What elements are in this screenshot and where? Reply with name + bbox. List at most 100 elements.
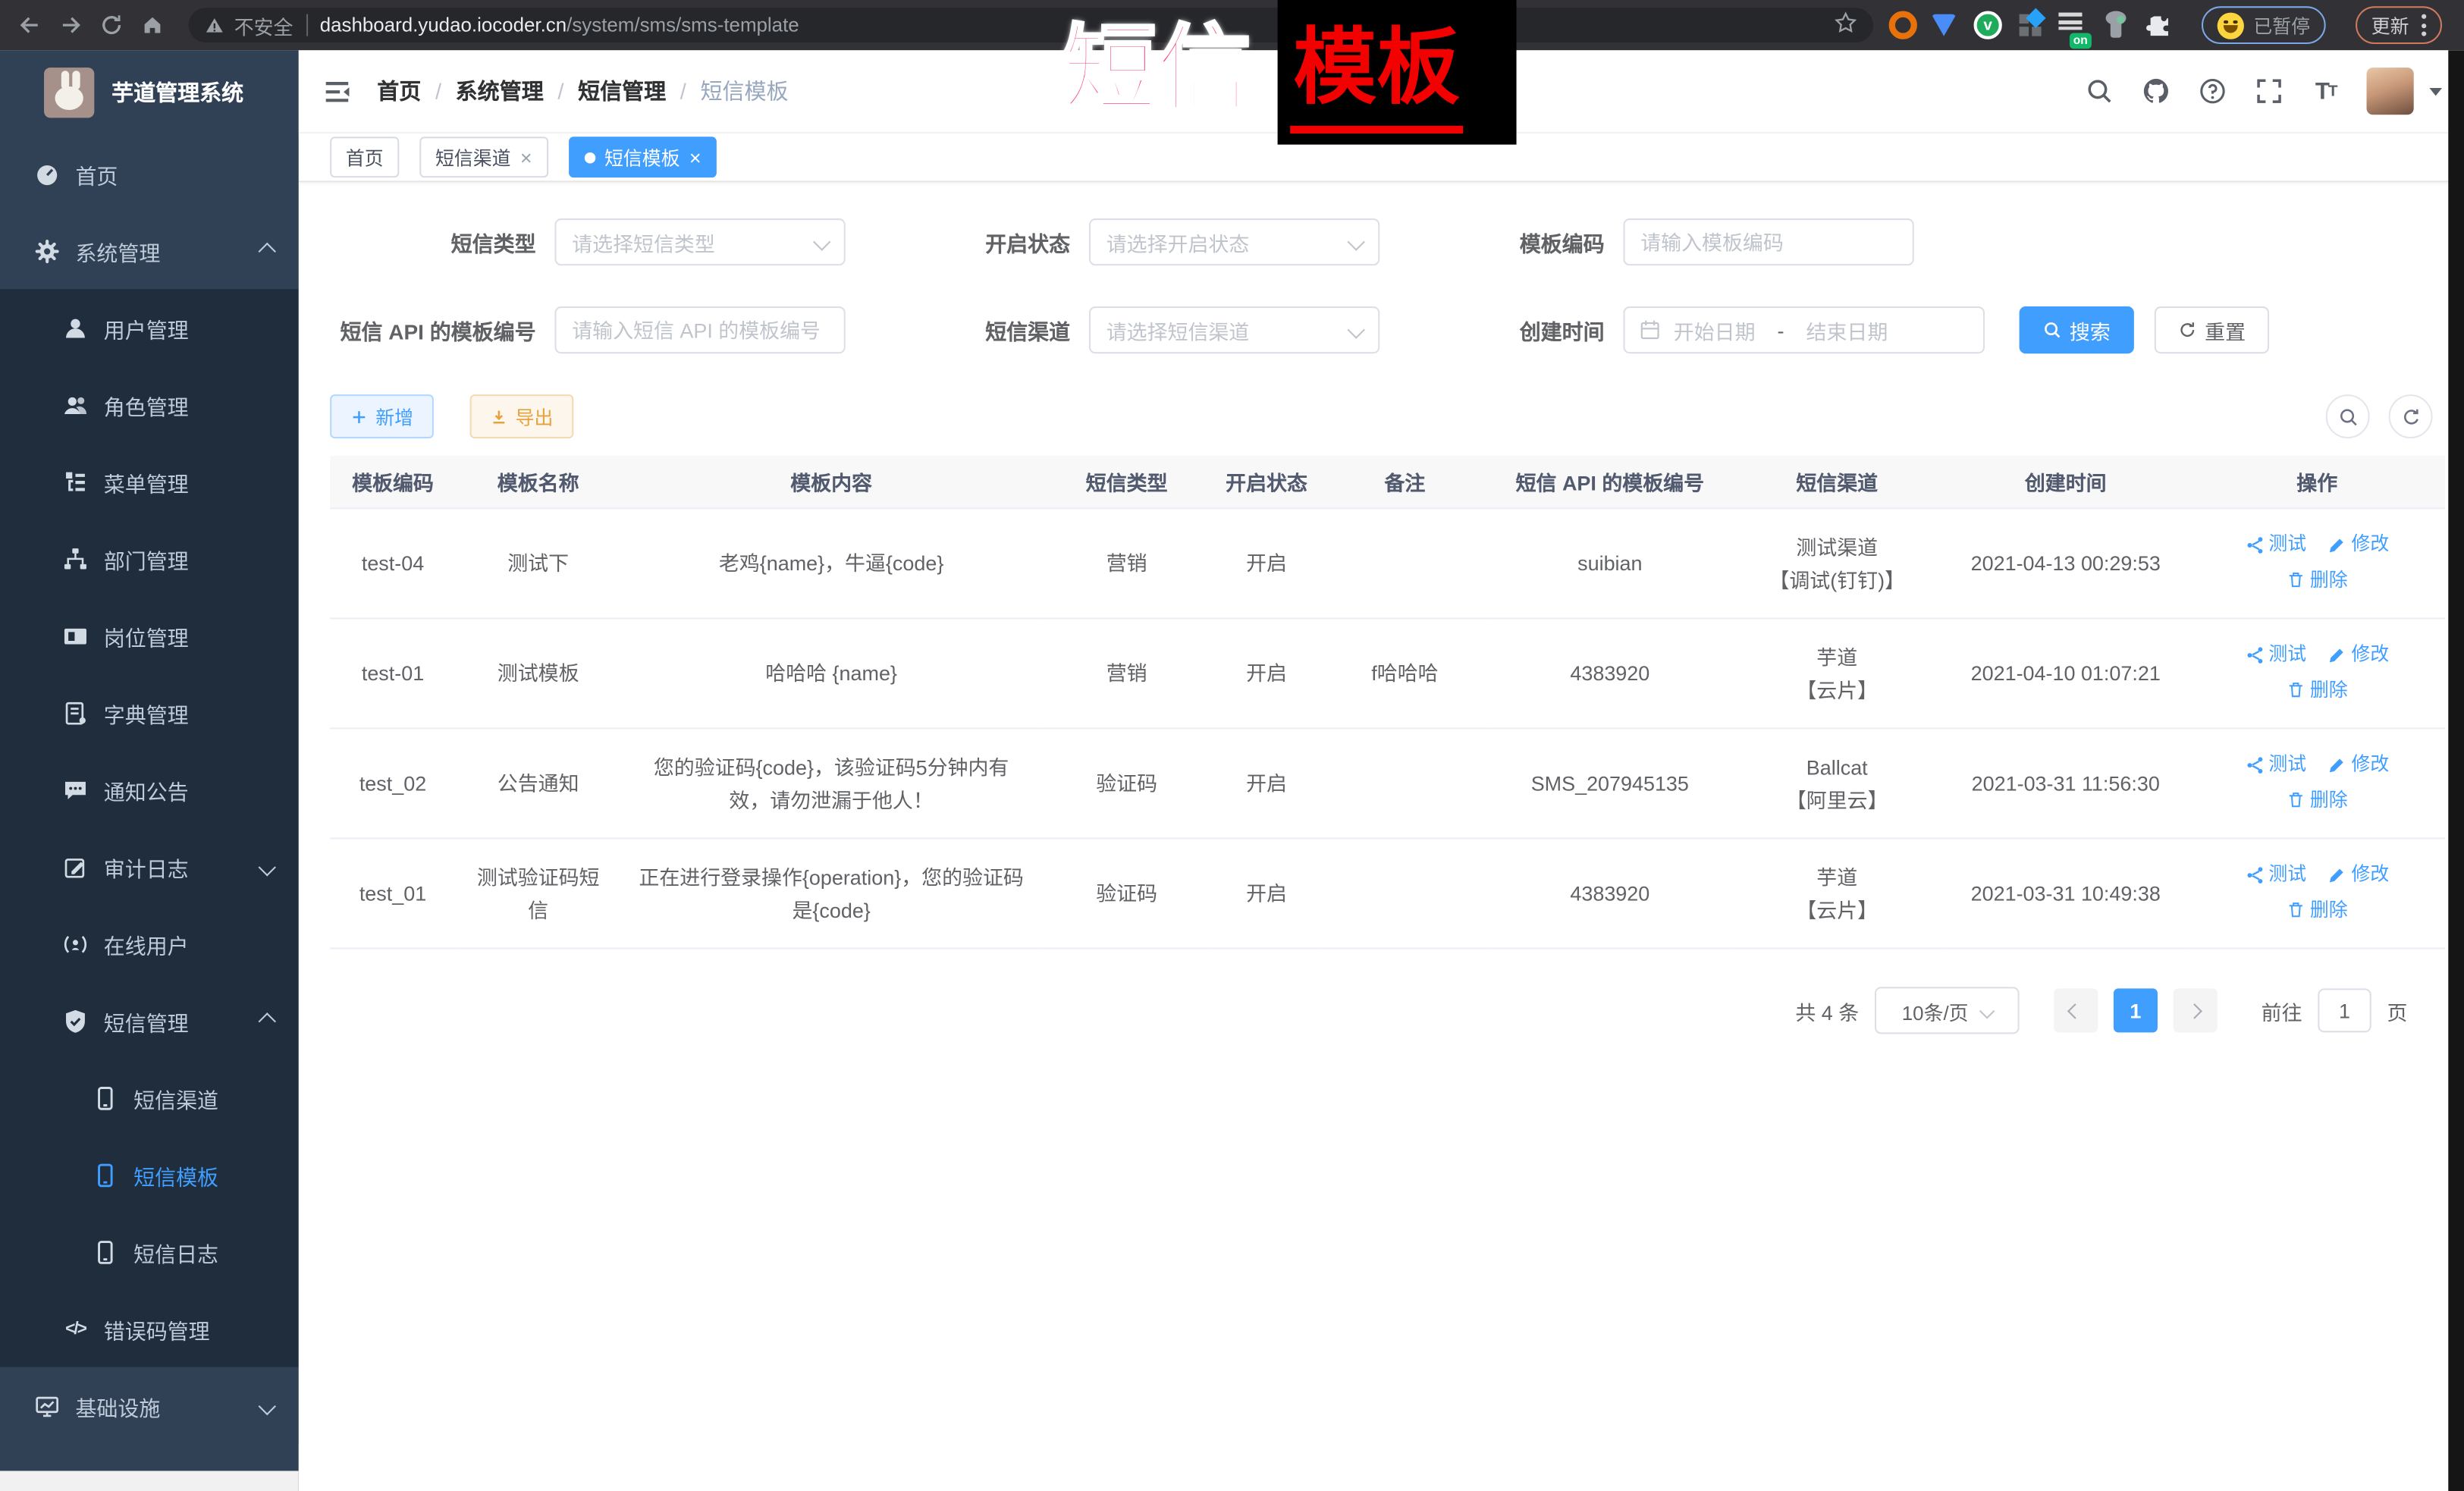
search-icon xyxy=(2043,321,2062,340)
export-button[interactable]: 导出 xyxy=(470,394,574,438)
tag-sms-template[interactable]: 短信模板 × xyxy=(568,137,717,177)
test-link[interactable]: 测试 xyxy=(2245,858,2306,891)
show-search-toggle-button[interactable] xyxy=(2326,394,2370,438)
prev-page-button[interactable] xyxy=(2054,988,2098,1032)
edit-link[interactable]: 修改 xyxy=(2327,748,2389,781)
sidebar-item-dictionary[interactable]: 字典管理 xyxy=(0,674,299,752)
page-size-select[interactable]: 10条/页 xyxy=(1875,987,2020,1034)
github-icon[interactable] xyxy=(2140,75,2171,106)
status-select[interactable]: 请选择开启状态 xyxy=(1089,218,1380,265)
pen-icon xyxy=(2327,755,2346,774)
extension-orange-ring-icon[interactable] xyxy=(1889,11,1917,39)
sms-type-label: 短信类型 xyxy=(330,226,535,257)
next-page-button[interactable] xyxy=(2174,988,2218,1032)
edit-link[interactable]: 修改 xyxy=(2327,528,2389,561)
address-bar[interactable]: 不安全 dashboard.yudao.iocoder.cn/system/sm… xyxy=(189,8,1873,42)
tag-home[interactable]: 首页 xyxy=(330,137,399,177)
omnibox-divider xyxy=(306,14,307,36)
sidebar-collapse-button[interactable] xyxy=(322,76,352,105)
profile-paused-button[interactable]: 已暂停 xyxy=(2202,6,2326,44)
header-search-icon[interactable] xyxy=(2084,75,2115,106)
tag-sms-channel[interactable]: 短信渠道 × xyxy=(419,137,548,177)
sidebar-item-sms-template[interactable]: 短信模板 xyxy=(0,1136,299,1213)
browser-update-button[interactable]: 更新 xyxy=(2356,6,2442,44)
delete-link[interactable]: 删除 xyxy=(2287,783,2348,817)
share-icon xyxy=(2245,645,2264,664)
delete-link[interactable]: 删除 xyxy=(2287,673,2348,707)
chevron-down-icon xyxy=(261,855,274,878)
sidebar-item-system[interactable]: 系统管理 xyxy=(0,212,299,290)
sidebar-item-infrastructure[interactable]: 基础设施 xyxy=(0,1367,299,1445)
sidebar-item-online-users[interactable]: 在线用户 xyxy=(0,906,299,983)
sms-channel-select[interactable]: 请选择短信渠道 xyxy=(1089,306,1380,353)
bookmark-star-icon[interactable] xyxy=(1834,11,1857,39)
trash-icon xyxy=(2287,900,2305,919)
sidebar-item-audit-log[interactable]: 审计日志 xyxy=(0,828,299,906)
search-button[interactable]: 搜索 xyxy=(2020,306,2134,353)
breadcrumb-home[interactable]: 首页 xyxy=(377,75,421,106)
extension-green-v-icon[interactable]: v xyxy=(1974,11,2002,39)
reset-button[interactable]: 重置 xyxy=(2155,306,2269,353)
sidebar-logo[interactable]: 芋道管理系统 xyxy=(0,50,299,135)
fullscreen-icon[interactable] xyxy=(2253,75,2284,106)
user-avatar[interactable] xyxy=(2367,67,2414,115)
goto-page-input[interactable] xyxy=(2318,988,2371,1032)
app-logo-image xyxy=(44,67,94,118)
browser-forward-button[interactable] xyxy=(50,5,91,46)
template-code-input[interactable] xyxy=(1623,218,1913,265)
sidebar-item-sms[interactable]: 短信管理 xyxy=(0,982,299,1059)
delete-link[interactable]: 删除 xyxy=(2287,563,2348,597)
page-unit-label: 页 xyxy=(2387,996,2407,1025)
font-size-icon[interactable]: TT xyxy=(2310,75,2341,106)
window-right-edge xyxy=(2448,50,2464,1491)
page-number-active[interactable]: 1 xyxy=(2114,988,2158,1032)
edit-link[interactable]: 修改 xyxy=(2327,638,2389,671)
sidebar-item-users[interactable]: 用户管理 xyxy=(0,289,299,366)
help-icon[interactable] xyxy=(2197,75,2228,106)
sidebar-item-roles[interactable]: 角色管理 xyxy=(0,366,299,444)
add-button[interactable]: 新增 xyxy=(330,394,434,438)
start-date-placeholder: 开始日期 xyxy=(1674,315,1756,344)
profile-paused-label: 已暂停 xyxy=(2253,12,2310,39)
phone-icon xyxy=(93,1085,118,1110)
extension-spoon-icon[interactable] xyxy=(2101,11,2129,39)
test-link[interactable]: 测试 xyxy=(2245,638,2306,671)
avatar-caret-down-icon[interactable] xyxy=(2429,87,2442,95)
extensions-puzzle-icon[interactable] xyxy=(2143,11,2171,39)
extension-blue-gem-icon[interactable] xyxy=(1932,11,1960,39)
sidebar-item-sms-channel[interactable]: 短信渠道 xyxy=(0,1059,299,1137)
table-row: test_01 测试验证码短信 正在进行登录操作{operation}，您的验证… xyxy=(330,838,2445,948)
browser-menu-kebab-icon[interactable] xyxy=(2422,14,2426,36)
breadcrumb-sms[interactable]: 短信管理 xyxy=(578,75,666,106)
table-row: test-01 测试模板 哈哈哈 {name} 营销 开启 f哈哈哈 43839… xyxy=(330,618,2445,728)
sidebar-item-departments[interactable]: 部门管理 xyxy=(0,520,299,598)
edit-link[interactable]: 修改 xyxy=(2327,858,2389,891)
api-template-id-input[interactable] xyxy=(554,306,845,353)
close-icon[interactable]: × xyxy=(520,147,532,168)
share-icon xyxy=(2245,865,2264,884)
code-icon: </> xyxy=(63,1316,88,1341)
refresh-table-button[interactable] xyxy=(2389,394,2433,438)
test-link[interactable]: 测试 xyxy=(2245,528,2306,561)
browser-reload-button[interactable] xyxy=(91,5,132,46)
sidebar-item-announcements[interactable]: 通知公告 xyxy=(0,751,299,828)
sidebar-item-home[interactable]: 首页 xyxy=(0,135,299,212)
sms-type-select[interactable]: 请选择短信类型 xyxy=(554,218,845,265)
create-time-range-picker[interactable]: 开始日期 - 结束日期 xyxy=(1623,306,1985,353)
app-title: 芋道管理系统 xyxy=(111,77,243,108)
test-link[interactable]: 测试 xyxy=(2245,748,2306,781)
sidebar-item-positions[interactable]: 岗位管理 xyxy=(0,597,299,674)
sms-channel-label: 短信渠道 xyxy=(865,314,1070,345)
sidebar-item-sms-log[interactable]: 短信日志 xyxy=(0,1213,299,1291)
breadcrumb-system[interactable]: 系统管理 xyxy=(456,75,544,106)
browser-back-button[interactable] xyxy=(9,5,50,46)
total-count: 共 4 条 xyxy=(1795,996,1859,1025)
extension-list-icon[interactable]: on xyxy=(2058,11,2086,39)
sidebar-item-error-codes[interactable]: </> 错误码管理 xyxy=(0,1290,299,1367)
browser-home-button[interactable] xyxy=(132,5,173,46)
extension-grid-icon[interactable] xyxy=(2016,11,2044,39)
search-icon xyxy=(2337,406,2358,427)
close-icon[interactable]: × xyxy=(689,147,702,168)
delete-link[interactable]: 删除 xyxy=(2287,893,2348,927)
sidebar-item-menus[interactable]: 菜单管理 xyxy=(0,443,299,520)
